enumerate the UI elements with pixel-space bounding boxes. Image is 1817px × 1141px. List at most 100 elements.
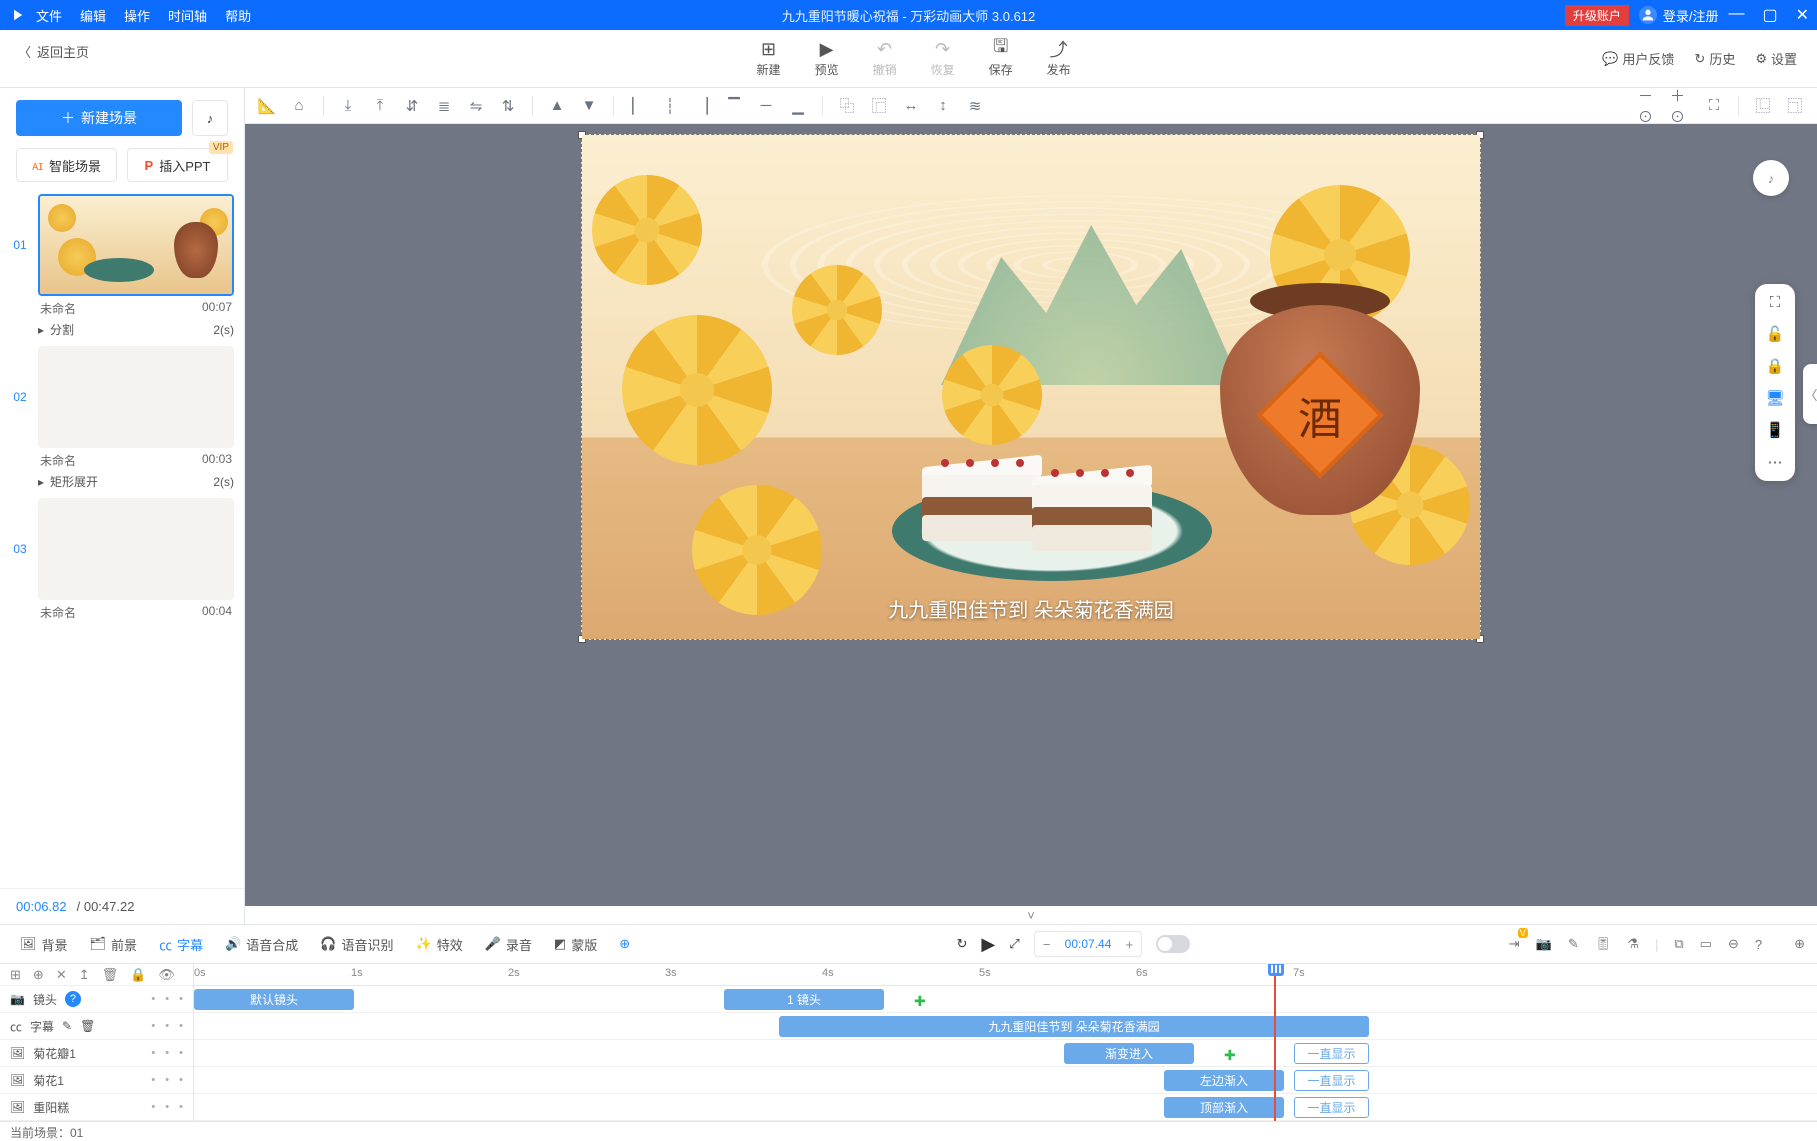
zoom-out-icon[interactable]: －⊙ [1638, 85, 1662, 127]
stage[interactable]: 📷1 酒 [581, 134, 1481, 640]
timeline-tool-icon[interactable]: ⊕ [33, 967, 44, 983]
scene-transition[interactable]: ▸矩形展开2(s) [10, 473, 234, 490]
add-track-icon[interactable]: ⊕ [1794, 936, 1805, 952]
timeline-expand-icon[interactable]: ⤢ [1009, 936, 1019, 952]
enter-clip[interactable]: 左边渐入 [1164, 1070, 1284, 1091]
align-left-icon[interactable]: ▏ [626, 97, 650, 115]
group-icon[interactable]: ⿻ [835, 95, 859, 116]
track-layer[interactable]: 顶部渐入一直显示 [194, 1094, 1817, 1121]
timeline-right[interactable]: 0s1s2s3s4s5s6s7s 默认镜头1 镜头✚ 九九重阳佳节到 朵朵菊花香… [194, 964, 1817, 1121]
home-icon[interactable]: ⌂ [287, 97, 311, 114]
camera-clip[interactable]: 1 镜头 [724, 989, 884, 1010]
timeline-tool-icon[interactable]: ↥ [79, 967, 90, 983]
side-expand-button[interactable]: 〈 [1803, 364, 1817, 424]
enter-clip[interactable]: 顶部渐入 [1164, 1097, 1284, 1118]
enter-clip[interactable]: 渐变进入 [1064, 1043, 1194, 1064]
menu-timeline[interactable]: 时间轴 [168, 6, 207, 25]
keyframe-in-icon[interactable]: ⇥ [1509, 936, 1520, 952]
smart-scene-button[interactable]: ᴀɪ智能场景 [16, 148, 117, 182]
tab-record[interactable]: 🎤录音 [477, 931, 540, 958]
timeline-tool-icon[interactable]: 🔒 [130, 967, 146, 983]
show-clip[interactable]: 一直显示 [1294, 1070, 1369, 1091]
adjust-tool-icon[interactable]: 🎚 [1595, 936, 1612, 952]
camera-tool-icon[interactable]: 📷 [1536, 936, 1552, 952]
filter-tool-icon[interactable]: ⚗ [1627, 936, 1639, 952]
flip-h-icon[interactable]: ⇋ [464, 97, 488, 115]
save-button[interactable]: 🖫保存 [989, 39, 1013, 78]
back-to-home-button[interactable]: 〈 返回主页 [0, 30, 245, 87]
lock-icon[interactable]: 🔒 [1766, 357, 1785, 375]
fullscreen-icon[interactable]: ⛶ [1770, 294, 1781, 311]
user-area[interactable]: 登录/注册 [1639, 6, 1719, 25]
edit-tool-icon[interactable]: ✎ [1568, 936, 1579, 952]
new-scene-button[interactable]: ＋新建场景 [16, 100, 182, 136]
tab-asr[interactable]: 🎧语音识别 [312, 931, 401, 958]
show-clip[interactable]: 一直显示 [1294, 1097, 1369, 1118]
rect-tool-icon[interactable]: ▭ [1700, 936, 1712, 952]
timeline-reset-icon[interactable]: ↻ [957, 936, 968, 952]
track-header-layer[interactable]: 🖼重阳糕••• [0, 1094, 193, 1121]
tab-fx[interactable]: ✨特效 [408, 931, 471, 958]
time-minus-button[interactable]: − [1035, 937, 1059, 952]
track-layer[interactable]: 左边渐入一直显示 [194, 1067, 1817, 1094]
add-cc-icon[interactable]: ⧉ [1674, 936, 1683, 952]
timeline-tool-icon[interactable]: 🗑 [102, 967, 119, 983]
scene-transition[interactable]: ▸分割2(s) [10, 321, 234, 338]
timeline-collapse-handle[interactable]: ˅ [245, 906, 1817, 924]
dist-even-icon[interactable]: ≋ [963, 97, 987, 115]
time-plus-button[interactable]: + [1117, 937, 1141, 952]
track-header-layer[interactable]: 🖼菊花瓣1••• [0, 1040, 193, 1067]
add-camera-icon[interactable]: ✚ [914, 993, 926, 1010]
menu-operate[interactable]: 操作 [124, 6, 150, 25]
canvas-viewport[interactable]: 📷1 酒 [245, 124, 1817, 906]
scene-list[interactable]: 01未命名00:07▸分割2(s)02未命名00:03▸矩形展开2(s)03未命… [0, 194, 244, 888]
layer-down-icon[interactable]: ▼ [577, 97, 601, 114]
track-camera[interactable]: 默认镜头 1 镜头 ✚ [194, 986, 1817, 1013]
copy-icon[interactable]: ⿺ [1751, 95, 1775, 116]
align-bottom-icon[interactable]: ⤓ [336, 97, 360, 114]
camera-clip[interactable]: 默认镜头 [194, 989, 354, 1010]
menu-file[interactable]: 文件 [36, 6, 62, 25]
track-subtitle[interactable]: 九九重阳佳节到 朵朵菊花香满园 [194, 1013, 1817, 1040]
add-keyframe-icon[interactable]: ✚ [1224, 1047, 1236, 1064]
history-button[interactable]: ↻历史 [1694, 49, 1735, 68]
playhead[interactable] [1274, 964, 1276, 1121]
scene-thumb[interactable] [38, 498, 234, 600]
ungroup-icon[interactable]: ⿸ [867, 95, 891, 116]
align-top2-icon[interactable]: ▔ [722, 97, 746, 115]
menu-help[interactable]: 帮助 [225, 6, 251, 25]
redo-button[interactable]: ↷恢复 [931, 39, 955, 78]
help-tl-icon[interactable]: ? [1755, 937, 1762, 952]
show-clip[interactable]: 一直显示 [1294, 1043, 1369, 1064]
lock-open-icon[interactable]: 🔓 [1766, 325, 1785, 343]
fit-icon[interactable]: ⛶ [1702, 97, 1726, 114]
insert-ppt-button[interactable]: P插入PPTVIP [127, 148, 228, 182]
timeline-tool-icon[interactable]: 👁 [158, 967, 175, 983]
dist-v-icon[interactable]: ↕ [931, 97, 955, 114]
subtitle-clip[interactable]: 九九重阳佳节到 朵朵菊花香满园 [779, 1016, 1369, 1037]
track-header-subtitle[interactable]: ㏄ 字幕 ✎ 🗑 ••• [0, 1013, 193, 1040]
menu-edit[interactable]: 编辑 [80, 6, 106, 25]
float-music-button[interactable]: ♪ [1753, 160, 1789, 196]
window-minimize-button[interactable]: — [1728, 5, 1744, 25]
align-middle-icon[interactable]: ⇵ [400, 97, 424, 115]
distribute-v-icon[interactable]: ≣ [432, 97, 456, 115]
timeline-tool-icon[interactable]: ✕ [56, 967, 67, 983]
dist-h-icon[interactable]: ↔ [899, 97, 923, 114]
track-layer[interactable]: 渐变进入 ✚ 一直显示 [194, 1040, 1817, 1067]
timeline-tool-icon[interactable]: ⊞ [10, 967, 21, 983]
feedback-button[interactable]: 💬用户反馈 [1602, 49, 1674, 68]
help-badge-icon[interactable]: ? [65, 991, 81, 1007]
more-icon[interactable]: ⋯ [1768, 453, 1783, 471]
tab-more[interactable]: ⊕ [611, 932, 638, 956]
preview-button[interactable]: ▶预览 [815, 39, 839, 78]
align-mid2-icon[interactable]: ─ [754, 97, 778, 114]
tab-mask[interactable]: ◩蒙版 [546, 931, 605, 958]
upgrade-account-button[interactable]: 升级账户 [1565, 5, 1629, 26]
track-header-layer[interactable]: 🖼菊花1••• [0, 1067, 193, 1094]
paste-icon[interactable]: ⿹ [1783, 95, 1807, 116]
tab-fg[interactable]: 🗂前景 [82, 931, 146, 958]
align-top-icon[interactable]: ⤒ [368, 97, 392, 114]
window-maximize-button[interactable]: ▢ [1762, 5, 1777, 25]
tab-tts[interactable]: 🔊语音合成 [217, 931, 306, 958]
